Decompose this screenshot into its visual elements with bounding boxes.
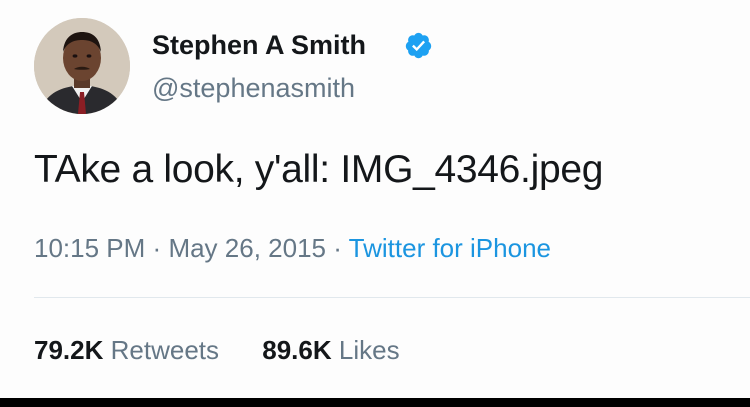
divider: [34, 297, 750, 298]
profile-photo-icon: [34, 18, 130, 114]
tweet-meta: 10:15 PM · May 26, 2015 · Twitter for iP…: [34, 231, 551, 265]
likes-count: 89.6K: [262, 335, 332, 365]
retweets-stat[interactable]: 79.2K Retweets: [34, 333, 219, 367]
user-handle[interactable]: @stephenasmith: [152, 71, 355, 105]
tweet-card: Stephen A Smith @stephenasmith TAke a lo…: [0, 0, 750, 398]
meta-separator: ·: [333, 233, 342, 263]
tweet-text: TAke a look, y'all: IMG_4346.jpeg: [34, 148, 604, 191]
tweet-stats: 79.2K Retweets 89.6K Likes: [34, 333, 436, 367]
tweet-time[interactable]: 10:15 PM: [34, 233, 145, 263]
display-name[interactable]: Stephen A Smith: [152, 28, 366, 62]
tweet-source-link[interactable]: Twitter for iPhone: [349, 233, 551, 263]
likes-stat[interactable]: 89.6K Likes: [262, 333, 399, 367]
meta-separator: ·: [152, 233, 162, 263]
verified-badge-icon: [405, 32, 432, 59]
tweet-date[interactable]: May 26, 2015: [168, 233, 326, 263]
avatar[interactable]: [34, 18, 130, 114]
likes-label: Likes: [338, 335, 400, 365]
retweets-count: 79.2K: [34, 335, 104, 365]
retweets-label: Retweets: [110, 335, 220, 365]
